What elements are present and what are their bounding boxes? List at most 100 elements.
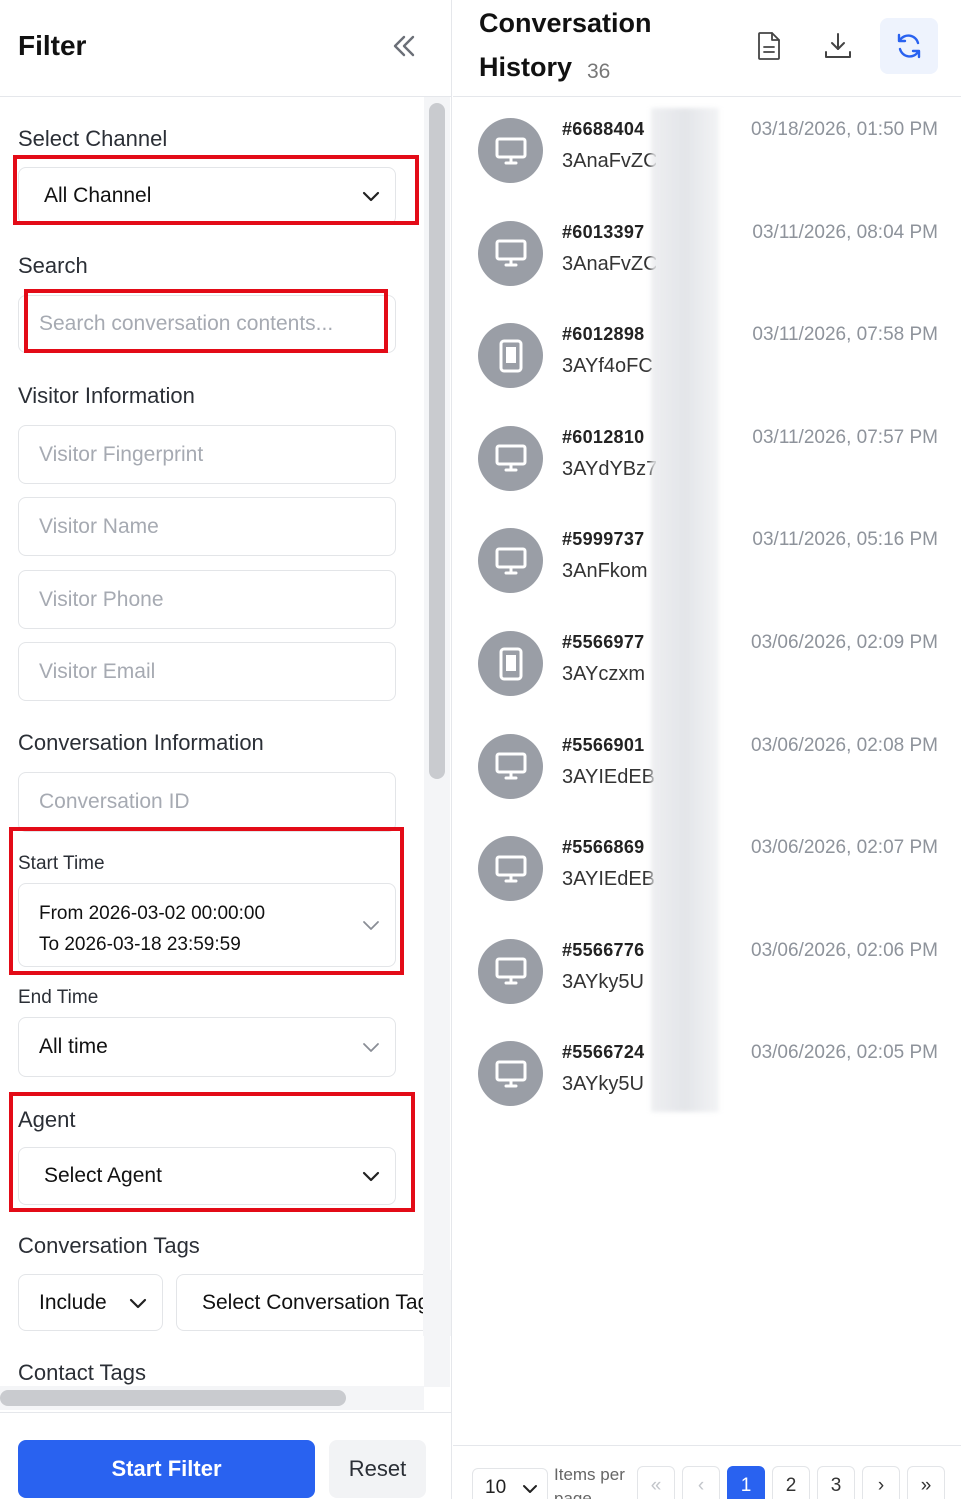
conversation-time: 03/06/2026, 02:05 PM (751, 1042, 938, 1064)
horizontal-scrollbar[interactable] (0, 1390, 346, 1406)
conversation-time: 03/06/2026, 02:09 PM (751, 632, 938, 653)
chevron-down-icon (362, 1171, 380, 1182)
visitor-avatar (478, 118, 543, 183)
visitor-fingerprint-placeholder: Visitor Fingerprint (39, 442, 204, 466)
end-time-label: End Time (18, 987, 99, 1008)
desktop-icon (495, 855, 526, 883)
last-page-button[interactable]: » (907, 1466, 945, 1499)
conversation-information-label: Conversation Information (18, 730, 264, 755)
visitor-avatar (478, 323, 543, 389)
visitor-information-label: Visitor Information (18, 383, 195, 408)
refresh-icon (897, 33, 921, 59)
items-per-page-label: Items per page (554, 1465, 625, 1499)
filter-header: Filter (0, 0, 451, 97)
refresh-button[interactable] (880, 18, 938, 74)
visitor-avatar (478, 425, 543, 491)
visitor-phone-placeholder: Visitor Phone (39, 587, 164, 611)
prev-page-button[interactable]: ‹ (682, 1466, 720, 1499)
conversation-id: #5999737 (562, 529, 645, 550)
visitor-avatar (478, 220, 543, 286)
visitor-name-placeholder: Visitor Name (39, 514, 159, 538)
conversation-tags-placeholder: Select Conversation Tags (202, 1290, 440, 1314)
search-input[interactable]: Search conversation contents... (18, 295, 396, 353)
page-size-value: 10 (485, 1477, 507, 1498)
desktop-icon (495, 957, 526, 985)
conversation-id-input[interactable]: Conversation ID (18, 772, 396, 832)
visitor-avatar (478, 836, 543, 902)
visitor-phone-input[interactable]: Visitor Phone (18, 570, 396, 629)
visitor-avatar (478, 733, 543, 799)
start-time-from: From 2026-03-02 00:00:00 (39, 903, 266, 924)
visitor-id: 3AYIEdEB (562, 868, 656, 891)
chevron-down-icon (363, 1043, 379, 1052)
visitor-email-input[interactable]: Visitor Email (18, 642, 396, 701)
visitor-id: 3AnFkom (562, 560, 648, 583)
visitor-name-input[interactable]: Visitor Name (18, 497, 396, 556)
redacted-blur (651, 108, 719, 1112)
desktop-icon (495, 547, 526, 575)
conversation-id: #5566977 (562, 632, 645, 652)
visitor-avatar (478, 1041, 543, 1107)
agent-select-value: Select Agent (44, 1164, 162, 1187)
collapse-panel-button[interactable] (384, 28, 424, 64)
reset-button[interactable]: Reset (329, 1440, 426, 1498)
start-time-range-picker[interactable]: From 2026-03-02 00:00:00 To 2026-03-18 2… (18, 883, 396, 967)
end-time-select[interactable]: All time (18, 1017, 396, 1077)
desktop-icon (495, 239, 526, 267)
conversation-time: 03/11/2026, 08:04 PM (752, 221, 938, 243)
search-label: Search (18, 253, 88, 278)
conversation-tags-select[interactable]: Select Conversation Tags (176, 1274, 451, 1331)
visitor-id: 3AnaFvZC (562, 252, 656, 275)
visitor-id: 3AYky5U (562, 1073, 644, 1096)
conversation-id: #5566901 (562, 734, 645, 755)
desktop-icon (495, 444, 526, 472)
end-time-value: All time (39, 1035, 108, 1058)
tags-mode-select[interactable]: Include (18, 1274, 163, 1331)
start-filter-button[interactable]: Start Filter (18, 1440, 315, 1498)
conversation-id: #5566869 (562, 837, 645, 858)
visitor-avatar (478, 938, 543, 1004)
conversation-id: #5566776 (562, 939, 645, 960)
page-size-select[interactable]: 10 (472, 1468, 548, 1499)
double-chevron-left-icon (393, 35, 415, 57)
agent-label: Agent (18, 1107, 76, 1132)
document-icon (758, 32, 780, 60)
visitor-id: 3AnaFvZC (562, 150, 656, 172)
conversation-id: #6013397 (562, 221, 645, 242)
visitor-id: 3AYf4oFC (562, 355, 653, 378)
filter-title: Filter (18, 30, 87, 61)
visitor-avatar (478, 528, 543, 594)
visitor-id: 3AYky5U (562, 970, 644, 993)
page-2-button[interactable]: 2 (772, 1466, 810, 1499)
chevron-down-icon (129, 1298, 147, 1308)
conversation-count-badge: 36 (587, 60, 611, 83)
visitor-id: 3AYdYBz7 (562, 457, 656, 480)
vertical-scrollbar[interactable] (429, 103, 445, 779)
history-title-line1: Conversation (479, 8, 652, 38)
download-icon (825, 33, 851, 58)
visitor-email-placeholder: Visitor Email (39, 659, 156, 683)
conversation-time: 03/11/2026, 07:57 PM (752, 426, 938, 448)
download-button[interactable] (809, 18, 867, 74)
export-document-button[interactable] (740, 18, 798, 74)
conversation-id: #6012810 (562, 426, 645, 447)
conversation-tags-label: Conversation Tags (18, 1233, 200, 1258)
search-placeholder: Search conversation contents... (39, 312, 334, 335)
conversation-id: #6688404 (562, 119, 645, 139)
channel-select[interactable]: All Channel (18, 167, 396, 225)
visitor-id: 3AYIEdEB (562, 765, 656, 788)
first-page-button[interactable]: « (637, 1466, 675, 1499)
conversation-id: #5566724 (562, 1042, 645, 1063)
next-page-button[interactable]: › (862, 1466, 900, 1499)
start-time-label: Start Time (18, 853, 105, 874)
start-time-to: To 2026-03-18 23:59:59 (39, 934, 241, 955)
desktop-icon (495, 137, 526, 164)
history-header: Conversation History 36 (453, 0, 961, 97)
contact-tags-label: Contact Tags (18, 1360, 147, 1385)
page-3-button[interactable]: 3 (817, 1466, 855, 1499)
agent-select[interactable]: Select Agent (18, 1147, 396, 1205)
page-1-button[interactable]: 1 (727, 1466, 765, 1499)
tablet-icon (499, 647, 522, 680)
conversation-time: 03/06/2026, 02:06 PM (751, 939, 938, 961)
visitor-fingerprint-input[interactable]: Visitor Fingerprint (18, 425, 396, 484)
